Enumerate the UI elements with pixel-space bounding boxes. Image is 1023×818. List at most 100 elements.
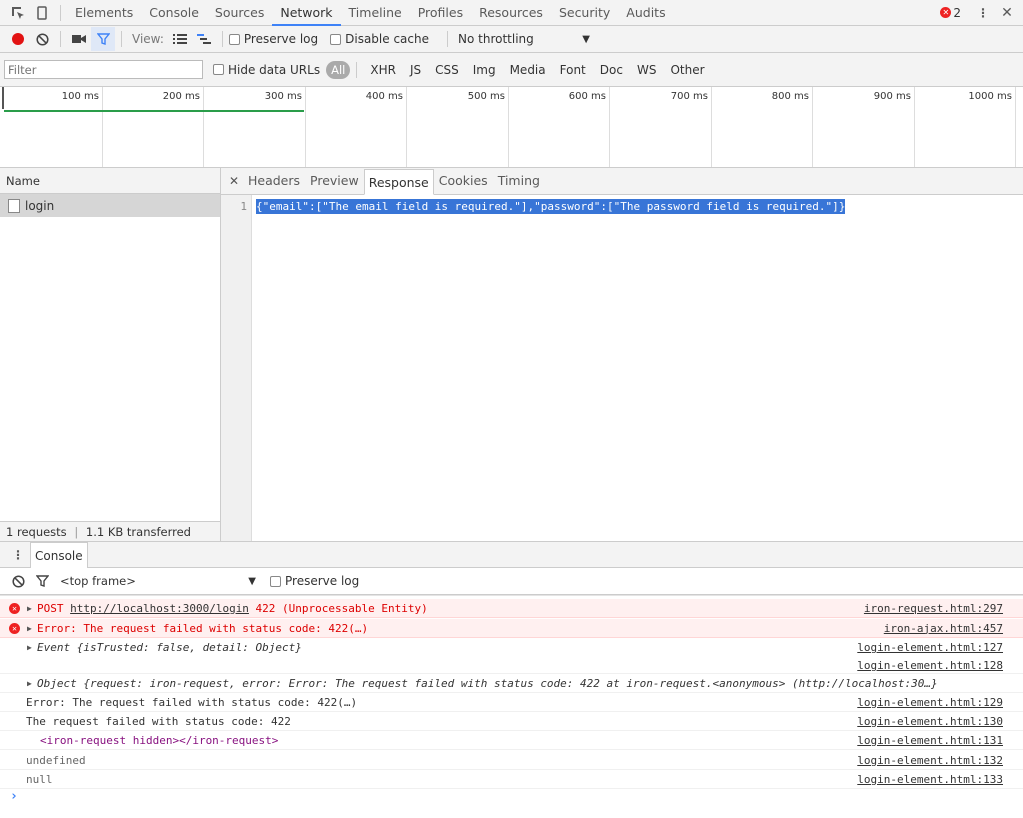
console-message: ▶ Event {isTrusted: false, detail: Objec…: [0, 639, 1023, 674]
hide-data-urls-checkbox[interactable]: Hide data URLs: [213, 63, 320, 77]
checkbox-box[interactable]: [228, 33, 240, 45]
throttling-select[interactable]: No throttling ▼: [454, 32, 594, 46]
filter-ws[interactable]: WS: [630, 63, 663, 77]
console-message: The request failed with status code: 422…: [0, 712, 1023, 731]
status-divider: |: [74, 525, 79, 539]
disable-cache-label: Disable cache: [345, 32, 429, 46]
source-link[interactable]: iron-ajax.html:457: [884, 622, 1003, 635]
tab-response[interactable]: Response: [363, 169, 434, 195]
timeline-gridline: [406, 87, 407, 167]
tab-resources[interactable]: Resources: [471, 0, 551, 26]
source-link[interactable]: login-element.html:129: [857, 696, 1003, 709]
expand-triangle-icon[interactable]: ▶: [27, 679, 32, 688]
close-detail-icon[interactable]: ✕: [225, 168, 243, 194]
clear-icon[interactable]: [30, 27, 54, 51]
filter-input[interactable]: [4, 60, 203, 79]
console-prompt[interactable]: ›: [0, 789, 1023, 809]
response-text[interactable]: {"email":["The email field is required."…: [256, 199, 846, 214]
timeline-tick-label: 100 ms: [61, 91, 99, 102]
console-message: <iron-request hidden></iron-request> log…: [0, 731, 1023, 750]
filter-icon[interactable]: [91, 27, 115, 51]
filter-css[interactable]: CSS: [428, 63, 466, 77]
file-icon: [8, 198, 20, 213]
console-message-text: POST http://localhost:3000/login 422 (Un…: [37, 602, 428, 615]
filter-all[interactable]: All: [326, 60, 351, 79]
console-message-text[interactable]: <iron-request hidden></iron-request>: [40, 734, 278, 747]
tab-sources[interactable]: Sources: [207, 0, 272, 26]
close-icon[interactable]: ✕: [995, 1, 1019, 25]
tab-security[interactable]: Security: [551, 0, 618, 26]
tab-timeline[interactable]: Timeline: [341, 0, 410, 26]
tab-cookies[interactable]: Cookies: [434, 168, 493, 194]
expand-triangle-icon[interactable]: ▶: [27, 624, 32, 633]
more-menu-icon[interactable]: ⋮: [971, 1, 995, 25]
large-rows-icon[interactable]: [168, 27, 192, 51]
tab-profiles[interactable]: Profiles: [410, 0, 471, 26]
drawer-menu-icon[interactable]: ⋮: [6, 543, 30, 567]
disable-cache-checkbox[interactable]: Disable cache: [330, 32, 429, 46]
tab-network[interactable]: Network: [272, 0, 341, 26]
divider: [221, 31, 223, 47]
error-counter[interactable]: ✕ 2: [940, 6, 961, 20]
timeline-gridline: [102, 87, 103, 167]
checkbox-box[interactable]: [270, 575, 281, 587]
context-select[interactable]: <top frame> ▼: [60, 574, 256, 588]
capture-screenshots-icon[interactable]: [67, 27, 91, 51]
source-link[interactable]: login-element.html:130: [857, 715, 1003, 728]
console-filter-icon[interactable]: [30, 569, 54, 593]
request-name: login: [25, 198, 55, 213]
tab-drawer-console[interactable]: Console: [30, 542, 88, 568]
timeline-tick-label: 800 ms: [771, 91, 809, 102]
checkbox-box[interactable]: [330, 33, 342, 45]
network-toolbar: View: Preserve log Disable cache No thro…: [0, 26, 1023, 53]
overview-icon[interactable]: [192, 27, 216, 51]
source-link[interactable]: login-element.html:133: [857, 773, 1003, 786]
expand-triangle-icon[interactable]: ▶: [27, 643, 32, 652]
request-bar: [4, 110, 304, 112]
drawer-tabs: ⋮ Console: [0, 541, 1023, 568]
divider: [121, 31, 122, 47]
clear-console-icon[interactable]: [6, 569, 30, 593]
tab-audits[interactable]: Audits: [618, 0, 673, 26]
filter-media[interactable]: Media: [503, 63, 553, 77]
source-link[interactable]: login-element.html:131: [857, 734, 1003, 747]
timeline-tick-label: 900 ms: [873, 91, 911, 102]
divider: [60, 31, 61, 47]
source-link[interactable]: login-element.html:127: [857, 641, 1003, 654]
timeline-gridline: [914, 87, 915, 167]
console-preserve-log-checkbox[interactable]: Preserve log: [270, 574, 359, 588]
filter-js[interactable]: JS: [403, 63, 428, 77]
preserve-log-checkbox[interactable]: Preserve log: [228, 32, 319, 46]
filter-other[interactable]: Other: [663, 63, 711, 77]
request-row-login[interactable]: login: [0, 194, 220, 217]
response-body[interactable]: {"email":["The email field is required."…: [256, 199, 846, 214]
name-column-label: Name: [6, 174, 40, 188]
checkbox-box[interactable]: [213, 64, 224, 75]
source-link[interactable]: login-element.html:128: [857, 659, 1003, 672]
tab-timing[interactable]: Timing: [493, 168, 545, 194]
tab-preview[interactable]: Preview: [305, 168, 364, 194]
tab-console[interactable]: Console: [141, 0, 207, 26]
source-link[interactable]: login-element.html:132: [857, 754, 1003, 767]
devtools-toolbar: Elements Console Sources Network Timelin…: [0, 0, 1023, 26]
filter-img[interactable]: Img: [466, 63, 503, 77]
console-message-text: null: [26, 772, 53, 786]
throttling-value: No throttling: [458, 32, 534, 46]
filter-font[interactable]: Font: [553, 63, 593, 77]
preserve-log-label: Preserve log: [243, 32, 319, 46]
timeline-gridline: [203, 87, 204, 167]
device-mode-icon[interactable]: [30, 1, 54, 25]
expand-triangle-icon[interactable]: ▶: [27, 604, 32, 613]
message-link[interactable]: http://localhost:3000/login: [70, 602, 249, 615]
source-link[interactable]: iron-request.html:297: [864, 602, 1003, 615]
filter-xhr[interactable]: XHR: [363, 63, 403, 77]
context-value: <top frame>: [60, 574, 136, 588]
inspect-element-icon[interactable]: [6, 1, 30, 25]
tab-headers[interactable]: Headers: [243, 168, 305, 194]
timeline-overview[interactable]: 100 ms 200 ms 300 ms 400 ms 500 ms 600 ms 700 …: [0, 87, 1023, 168]
name-column-header[interactable]: Name: [0, 168, 220, 194]
tab-elements[interactable]: Elements: [67, 0, 141, 26]
timeline-tick-label: 700 ms: [670, 91, 708, 102]
record-icon[interactable]: [6, 27, 30, 51]
filter-doc[interactable]: Doc: [593, 63, 630, 77]
